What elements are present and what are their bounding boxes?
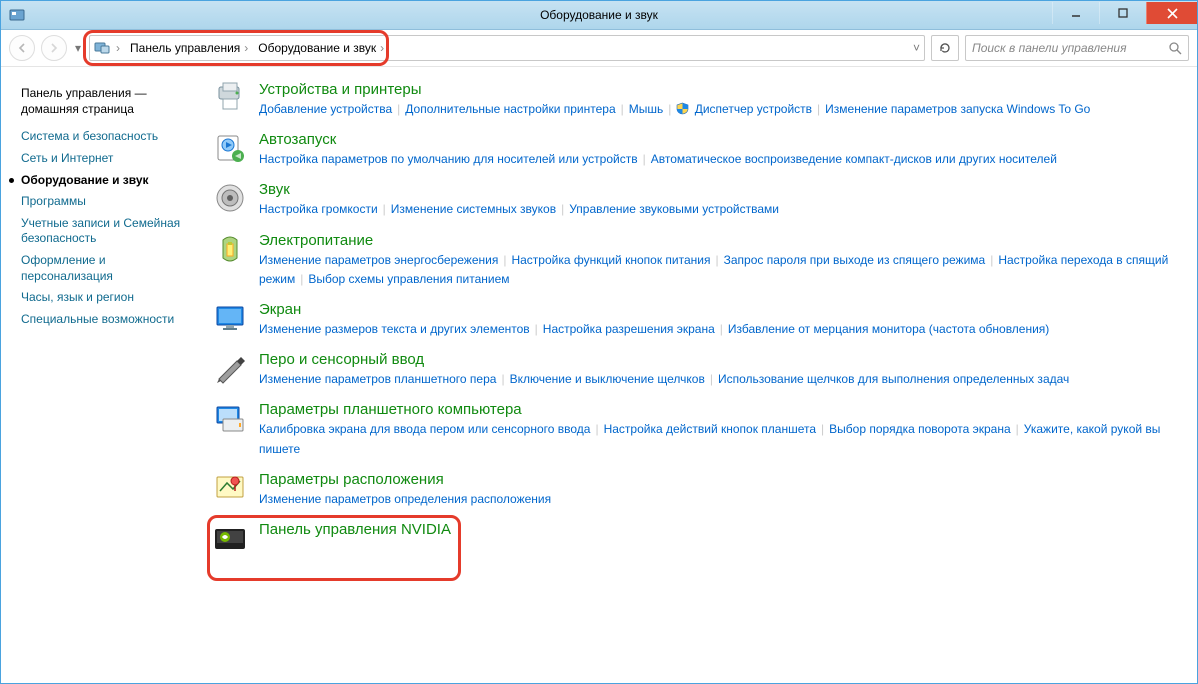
category-4: Экран Изменение размеров текста и других … — [213, 301, 1177, 339]
window-title: Оборудование и звук — [540, 8, 658, 22]
task-link-1-1[interactable]: Автоматическое воспроизведение компакт-д… — [651, 152, 1057, 166]
search-placeholder: Поиск в панели управления — [972, 41, 1169, 55]
category-title-6[interactable]: Параметры планшетного компьютера — [259, 401, 1177, 418]
speaker-icon — [213, 181, 247, 215]
task-link-1-0[interactable]: Настройка параметров по умолчанию для но… — [259, 152, 638, 166]
category-8: Панель управления NVIDIA — [213, 521, 451, 555]
category-links-1: Настройка параметров по умолчанию для но… — [259, 150, 1177, 169]
category-0: Устройства и принтеры Добавление устройст… — [213, 81, 1177, 119]
category-links-2: Настройка громкости|Изменение системных … — [259, 200, 1177, 219]
task-link-0-2[interactable]: Мышь — [629, 102, 664, 116]
window-frame: Оборудование и звук ▾ › Панель управлени… — [0, 0, 1198, 684]
task-link-2-1[interactable]: Изменение системных звуков — [391, 202, 556, 216]
sidebar-item-2[interactable]: Оборудование и звук — [21, 173, 191, 189]
control-panel-icon — [9, 7, 25, 23]
category-6: Параметры планшетного компьютера Калибров… — [213, 401, 1177, 458]
address-dropdown-icon[interactable]: ˅ — [913, 41, 920, 55]
task-link-6-2[interactable]: Выбор порядка поворота экрана — [829, 422, 1010, 436]
printer-icon — [213, 81, 247, 115]
task-link-0-4[interactable]: Изменение параметров запуска Windows To … — [825, 102, 1090, 116]
task-link-3-0[interactable]: Изменение параметров энергосбережения — [259, 253, 498, 267]
back-button[interactable] — [9, 35, 35, 61]
close-button[interactable] — [1146, 2, 1197, 24]
category-5: Перо и сенсорный ввод Изменение параметро… — [213, 351, 1177, 389]
task-link-6-1[interactable]: Настройка действий кнопок планшета — [604, 422, 816, 436]
forward-button[interactable] — [41, 35, 67, 61]
main-panel: Устройства и принтеры Добавление устройст… — [201, 67, 1197, 683]
category-title-5[interactable]: Перо и сенсорный ввод — [259, 351, 1177, 368]
task-link-0-0[interactable]: Добавление устройства — [259, 102, 392, 116]
category-1: Автозапуск Настройка параметров по умолча… — [213, 131, 1177, 169]
task-link-3-4[interactable]: Выбор схемы управления питанием — [308, 272, 509, 286]
task-link-6-0[interactable]: Калибровка экрана для ввода пером или се… — [259, 422, 590, 436]
task-link-2-0[interactable]: Настройка громкости — [259, 202, 378, 216]
category-links-6: Калибровка экрана для ввода пером или се… — [259, 420, 1177, 458]
breadcrumb-sep-root[interactable]: › — [110, 41, 126, 55]
task-link-5-2[interactable]: Использование щелчков для выполнения опр… — [718, 372, 1069, 386]
refresh-button[interactable] — [931, 35, 959, 61]
tablet-icon — [213, 401, 247, 435]
breadcrumb-seg-2[interactable]: Оборудование и звук› — [254, 41, 390, 55]
task-link-4-0[interactable]: Изменение размеров текста и других элеме… — [259, 322, 530, 336]
uac-shield-icon — [676, 102, 689, 115]
task-link-3-1[interactable]: Настройка функций кнопок питания — [511, 253, 710, 267]
category-title-3[interactable]: Электропитание — [259, 232, 1177, 249]
location-icon — [213, 471, 247, 505]
search-box[interactable]: Поиск в панели управления — [965, 35, 1189, 61]
sidebar-item-0[interactable]: Система и безопасность — [21, 129, 191, 145]
task-link-5-1[interactable]: Включение и выключение щелчков — [510, 372, 705, 386]
minimize-button[interactable] — [1052, 2, 1099, 24]
nvidia-icon — [213, 521, 247, 555]
maximize-button[interactable] — [1099, 2, 1146, 24]
category-links-0: Добавление устройства|Дополнительные нас… — [259, 100, 1177, 119]
sidebar-item-1[interactable]: Сеть и Интернет — [21, 151, 191, 167]
category-title-7[interactable]: Параметры расположения — [259, 471, 1177, 488]
sidebar: Панель управления — домашняя страница Си… — [1, 67, 201, 683]
sidebar-item-3[interactable]: Программы — [21, 194, 191, 210]
category-title-0[interactable]: Устройства и принтеры — [259, 81, 1177, 98]
category-links-3: Изменение параметров энергосбережения|На… — [259, 251, 1177, 289]
task-link-2-2[interactable]: Управление звуковыми устройствами — [569, 202, 779, 216]
sidebar-item-6[interactable]: Часы, язык и регион — [21, 290, 191, 306]
category-title-8[interactable]: Панель управления NVIDIA — [259, 521, 451, 538]
category-links-7: Изменение параметров определения располо… — [259, 490, 1177, 509]
task-link-3-2[interactable]: Запрос пароля при выходе из спящего режи… — [724, 253, 986, 267]
autoplay-icon — [213, 131, 247, 165]
control-panel-small-icon — [94, 40, 110, 56]
task-link-0-3[interactable]: Диспетчер устройств — [676, 102, 812, 116]
address-bar[interactable]: › Панель управления› Оборудование и звук… — [89, 35, 925, 61]
search-icon — [1169, 42, 1182, 55]
battery-icon — [213, 232, 247, 266]
task-link-4-1[interactable]: Настройка разрешения экрана — [543, 322, 715, 336]
category-3: Электропитание Изменение параметров энерг… — [213, 232, 1177, 289]
category-links-5: Изменение параметров планшетного пера|Вк… — [259, 370, 1177, 389]
window-controls — [1052, 2, 1197, 24]
category-7: Параметры расположения Изменение параметр… — [213, 471, 1177, 509]
task-link-5-0[interactable]: Изменение параметров планшетного пера — [259, 372, 496, 386]
task-link-7-0[interactable]: Изменение параметров определения располо… — [259, 492, 551, 506]
sidebar-home[interactable]: Панель управления — домашняя страница — [21, 85, 191, 117]
breadcrumb-seg-1[interactable]: Панель управления› — [126, 41, 254, 55]
category-title-4[interactable]: Экран — [259, 301, 1177, 318]
task-link-4-2[interactable]: Избавление от мерцания монитора (частота… — [728, 322, 1049, 336]
content-body: Панель управления — домашняя страница Си… — [1, 67, 1197, 683]
monitor-icon — [213, 301, 247, 335]
sidebar-item-5[interactable]: Оформление и персонализация — [21, 253, 191, 284]
sidebar-item-4[interactable]: Учетные записи и Семейная безопасность — [21, 216, 191, 247]
sidebar-item-7[interactable]: Специальные возможности — [21, 312, 191, 328]
category-title-1[interactable]: Автозапуск — [259, 131, 1177, 148]
titlebar: Оборудование и звук — [1, 1, 1197, 30]
pen-icon — [213, 351, 247, 385]
toolbar: ▾ › Панель управления› Оборудование и зв… — [1, 30, 1197, 67]
recent-locations-dropdown[interactable]: ▾ — [75, 41, 81, 55]
category-title-2[interactable]: Звук — [259, 181, 1177, 198]
task-link-0-1[interactable]: Дополнительные настройки принтера — [405, 102, 615, 116]
category-2: Звук Настройка громкости|Изменение систем… — [213, 181, 1177, 219]
category-links-4: Изменение размеров текста и других элеме… — [259, 320, 1177, 339]
